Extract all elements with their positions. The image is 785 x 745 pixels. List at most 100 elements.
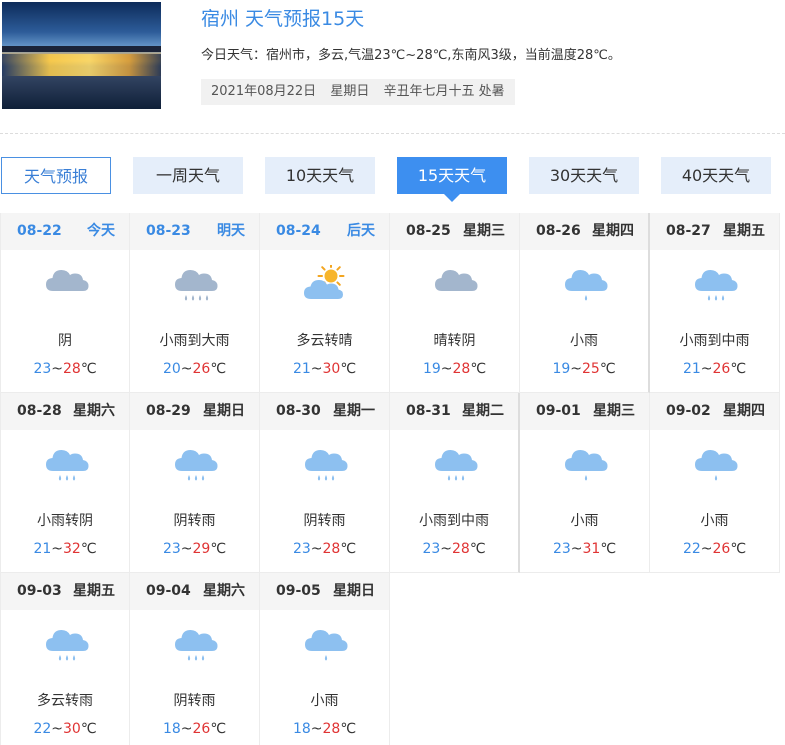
day-date: 09-04 (146, 583, 191, 599)
temp-unit: ℃ (210, 361, 227, 377)
weather-description: 小雨到中雨 (679, 333, 750, 349)
day-card[interactable]: 08-29 星期日 阴转雨 23~29℃ (130, 393, 260, 573)
day-weekday: 星期六 (203, 583, 245, 599)
temp-unit: ℃ (210, 541, 227, 557)
temperature-range: 23~31℃ (520, 541, 649, 557)
day-date: 08-23 (146, 223, 191, 239)
tab-30-day-weather[interactable]: 30天天气 (529, 157, 639, 194)
day-weekday: 后天 (347, 223, 375, 239)
day-card-header: 09-03 星期五 (1, 573, 129, 610)
weather-description: 小雨 (310, 693, 339, 709)
day-card[interactable]: 08-27 星期五 小雨到中雨 21~26℃ (650, 213, 780, 393)
day-card[interactable]: 08-26 星期四 小雨 19~25℃ (520, 213, 650, 393)
day-card-header: 09-02 星期四 (650, 393, 779, 430)
day-card-header: 09-04 星期六 (130, 573, 259, 610)
day-card[interactable]: 09-01 星期三 小雨 23~31℃ (520, 393, 650, 573)
light-rain-icon (562, 265, 610, 305)
low-temp: 23 (422, 541, 441, 557)
day-card[interactable]: 08-23 明天 小雨到大雨 20~26℃ (130, 213, 260, 393)
day-weekday: 今天 (87, 223, 115, 239)
cloud-icon (432, 265, 480, 305)
weather-description: 小雨 (700, 513, 729, 529)
day-card-header: 08-23 明天 (130, 213, 259, 250)
temp-separator: ~ (440, 361, 453, 377)
weather-description: 小雨转阴 (37, 513, 93, 529)
temperature-range: 23~28℃ (1, 361, 129, 377)
tab-10-day-weather[interactable]: 10天天气 (265, 157, 375, 194)
day-card[interactable]: 08-25 星期三晴转阴 19~28℃ (390, 213, 520, 393)
day-weekday: 星期四 (592, 223, 634, 239)
tab-weather-forecast[interactable]: 天气预报 (1, 157, 111, 194)
temp-separator: ~ (440, 541, 452, 557)
temp-unit: ℃ (599, 361, 616, 377)
temp-unit: ℃ (470, 361, 487, 377)
day-card[interactable]: 08-31 星期二 小雨到中雨 23~28℃ (390, 393, 520, 573)
tab-week-weather[interactable]: 一周天气 (133, 157, 243, 194)
temperature-range: 19~28℃ (390, 361, 519, 377)
date-info-bar: 2021年08月22日 星期日 辛丑年七月十五 处暑 (201, 79, 515, 105)
low-temp: 23 (162, 541, 181, 557)
today-weather-summary: 今日天气：宿州市，多云,气温23℃~28℃,东南风3级，当前温度28℃。 (201, 48, 621, 63)
temp-unit: ℃ (730, 541, 747, 557)
day-card[interactable]: 09-03 星期五 多云转雨 22~30℃ (0, 573, 130, 745)
low-temp: 21 (682, 361, 701, 377)
high-temp: 28 (322, 721, 341, 737)
high-temp: 28 (63, 361, 81, 377)
temp-unit: ℃ (80, 361, 97, 377)
day-date: 09-05 (276, 583, 321, 599)
low-temp: 18 (292, 721, 311, 737)
temp-unit: ℃ (340, 361, 357, 377)
day-card[interactable]: 08-28 星期六 小雨转阴 21~32℃ (0, 393, 130, 573)
current-weekday: 星期日 (330, 84, 370, 99)
weather-description: 多云转晴 (296, 333, 353, 349)
day-weekday: 星期一 (333, 403, 375, 419)
day-date: 08-28 (17, 403, 62, 419)
temp-unit: ℃ (80, 541, 97, 557)
weather-description: 阴转雨 (303, 513, 346, 529)
temperature-range: 21~30℃ (260, 361, 389, 377)
day-weekday: 星期日 (203, 403, 245, 419)
day-card-header: 08-27 星期五 (650, 213, 779, 250)
temp-unit: ℃ (469, 541, 486, 557)
day-card[interactable]: 08-30 星期一 阴转雨 23~28℃ (260, 393, 390, 573)
tab-40-day-weather[interactable]: 40天天气 (661, 157, 771, 194)
rain-icon (172, 445, 220, 485)
cloud-icon (43, 265, 91, 305)
day-date: 08-22 (17, 223, 62, 239)
high-temp: 28 (452, 361, 471, 377)
day-card-header: 08-30 星期一 (260, 393, 389, 430)
rain-icon (172, 625, 220, 665)
day-weekday: 星期日 (333, 583, 375, 599)
temp-unit: ℃ (340, 721, 357, 737)
low-temp: 19 (422, 361, 441, 377)
weather-description: 多云转雨 (37, 693, 93, 709)
temp-separator: ~ (180, 361, 193, 377)
temp-separator: ~ (180, 541, 193, 557)
day-card-header: 08-28 星期六 (1, 393, 129, 430)
day-date: 09-02 (666, 403, 711, 419)
page-title: 宿州 天气预报15天 (201, 8, 365, 30)
low-temp: 18 (162, 721, 181, 737)
tab-15-day-weather[interactable]: 15天天气 (397, 157, 507, 202)
day-weekday: 星期四 (723, 403, 765, 419)
forecast-grid: 08-22 今天阴 23~28℃ 08-23 明天 小雨到大雨 20~26℃ 08-24 后… (0, 213, 782, 745)
day-weekday: 星期三 (463, 223, 505, 239)
low-temp: 21 (292, 361, 311, 377)
day-card[interactable]: 08-24 后天 多云转晴 21~30℃ (260, 213, 390, 393)
day-weekday: 明天 (217, 223, 245, 239)
temperature-range: 23~29℃ (130, 541, 259, 557)
day-weekday: 星期二 (462, 403, 504, 419)
light-rain-icon (302, 625, 350, 665)
day-card[interactable]: 09-02 星期四 小雨 22~26℃ (650, 393, 780, 573)
high-temp: 25 (582, 361, 600, 377)
heavy-rain-icon (172, 265, 220, 305)
day-card-header: 09-05 星期日 (260, 573, 389, 610)
day-card[interactable]: 08-22 今天阴 23~28℃ (0, 213, 130, 393)
day-card-header: 08-25 星期三 (390, 213, 519, 250)
partly-sunny-icon (302, 262, 350, 305)
day-card[interactable]: 09-05 星期日 小雨 18~28℃ (260, 573, 390, 745)
weather-description: 阴转雨 (173, 513, 216, 529)
weather-description: 晴转阴 (433, 333, 476, 349)
day-card[interactable]: 09-04 星期六 阴转雨 18~26℃ (130, 573, 260, 745)
day-date: 08-30 (276, 403, 321, 419)
